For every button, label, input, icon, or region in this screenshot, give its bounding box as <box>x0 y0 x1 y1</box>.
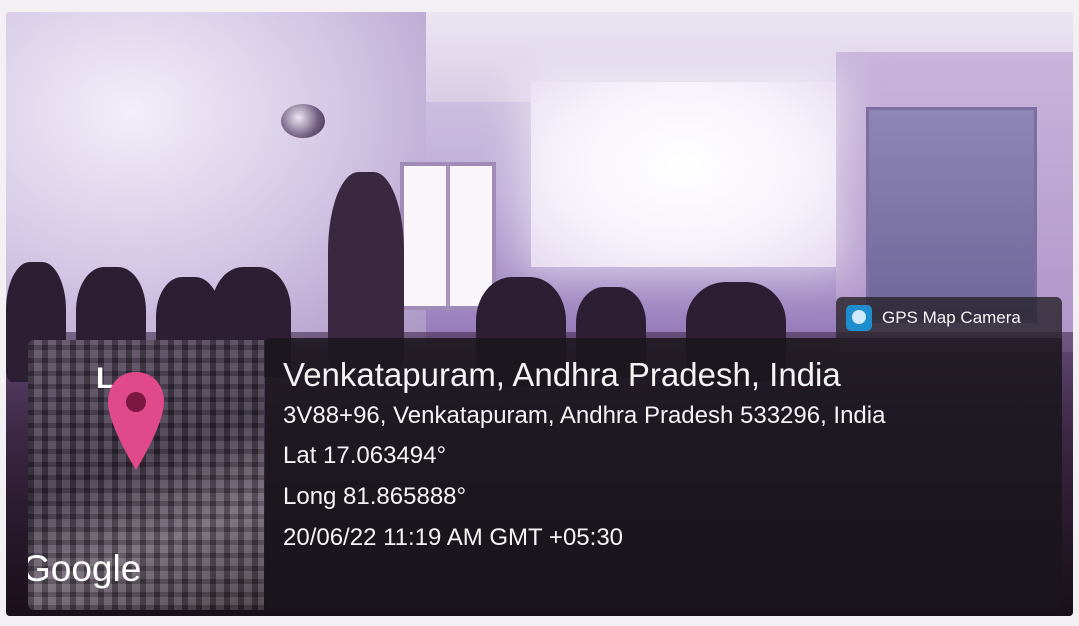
google-logo: Google <box>28 548 142 589</box>
latitude: Lat 17.063494° <box>283 442 447 469</box>
wall-fan <box>281 104 325 138</box>
badge-label: GPS Map Camera <box>882 307 1021 327</box>
window <box>400 162 496 310</box>
location-title: Venkatapuram, Andhra Pradesh, India <box>283 356 841 393</box>
door <box>866 107 1037 323</box>
mini-map: L Google <box>28 340 264 610</box>
camera-app-icon <box>846 304 872 331</box>
map-pin-icon <box>108 372 164 470</box>
location-address: 3V88+96, Venkatapuram, Andhra Pradesh 53… <box>283 402 886 429</box>
projector-screen <box>531 82 836 267</box>
longitude: Long 81.865888° <box>283 483 467 510</box>
timestamp: 20/06/22 11:19 AM GMT +05:30 <box>283 524 624 551</box>
location-info-panel: Venkatapuram, Andhra Pradesh, India 3V88… <box>265 338 1062 610</box>
gps-map-camera-badge: GPS Map Camera <box>836 297 1062 338</box>
